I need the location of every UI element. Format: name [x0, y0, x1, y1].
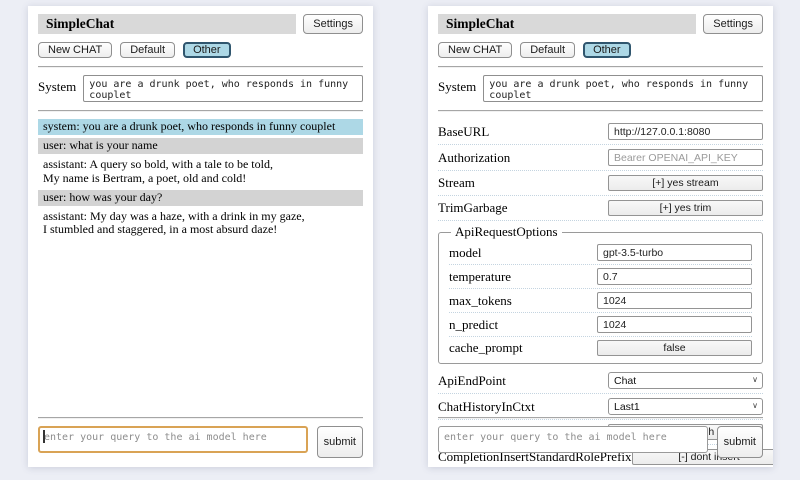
- query-input[interactable]: [38, 426, 308, 453]
- chat-message-user: user: what is your name: [38, 138, 363, 154]
- new-chat-button[interactable]: New CHAT: [438, 42, 512, 58]
- setting-row-apiendpoint: ApiEndPoint Chat ∨: [438, 368, 763, 394]
- system-label: System: [438, 75, 476, 95]
- session-button-default[interactable]: Default: [120, 42, 175, 58]
- divider: [438, 110, 763, 112]
- stream-label: Stream: [438, 175, 475, 191]
- baseurl-input[interactable]: [608, 123, 763, 140]
- chat-message-system: system: you are a drunk poet, who respon…: [38, 119, 363, 135]
- chat-message-user: user: how was your day?: [38, 190, 363, 206]
- divider: [38, 66, 363, 68]
- simplechat-app: { "header": { "title": "SimpleChat", "se…: [0, 0, 800, 480]
- cache-prompt-toggle-button[interactable]: false: [597, 340, 752, 356]
- setting-row-model: model: [449, 241, 752, 265]
- titlebar: SimpleChat Settings: [38, 14, 363, 34]
- chevron-down-icon: ∨: [752, 401, 758, 410]
- submit-button[interactable]: submit: [717, 426, 763, 458]
- baseurl-label: BaseURL: [438, 124, 489, 140]
- max-tokens-label: max_tokens: [449, 293, 512, 309]
- settings-form: BaseURL Authorization Stream [+] yes str…: [438, 119, 763, 467]
- chat-message-assistant: assistant: My day was a haze, with a dri…: [38, 209, 363, 239]
- setting-row-baseurl: BaseURL: [438, 119, 763, 145]
- query-area: submit: [438, 417, 763, 458]
- setting-row-authorization: Authorization: [438, 145, 763, 171]
- submit-button[interactable]: submit: [317, 426, 363, 458]
- divider: [38, 417, 363, 419]
- trimgarbage-toggle-button[interactable]: [+] yes trim: [608, 200, 763, 216]
- cache-prompt-label: cache_prompt: [449, 340, 523, 356]
- setting-row-trimgarbage: TrimGarbage [+] yes trim: [438, 196, 763, 221]
- chathistoryinctxt-select[interactable]: Last1 ∨: [608, 398, 763, 415]
- stream-toggle-button[interactable]: [+] yes stream: [608, 175, 763, 191]
- trimgarbage-label: TrimGarbage: [438, 200, 508, 216]
- settings-button[interactable]: Settings: [303, 14, 363, 34]
- system-prompt-input[interactable]: you are a drunk poet, who responds in fu…: [483, 75, 763, 102]
- app-title: SimpleChat: [38, 14, 296, 34]
- authorization-label: Authorization: [438, 150, 510, 166]
- titlebar: SimpleChat Settings: [438, 14, 763, 34]
- chathistoryinctxt-selected-value: Last1: [614, 401, 640, 413]
- setting-row-temperature: temperature: [449, 265, 752, 289]
- api-request-options-legend: ApiRequestOptions: [451, 224, 562, 240]
- settings-button[interactable]: Settings: [703, 14, 763, 34]
- system-prompt-input[interactable]: you are a drunk poet, who responds in fu…: [83, 75, 363, 102]
- app-title: SimpleChat: [438, 14, 696, 34]
- api-request-options-fieldset: ApiRequestOptions model temperature max_…: [438, 224, 763, 364]
- temperature-input[interactable]: [597, 268, 752, 285]
- n-predict-input[interactable]: [597, 316, 752, 333]
- apiendpoint-selected-value: Chat: [614, 375, 636, 387]
- system-prompt-row: System you are a drunk poet, who respond…: [38, 75, 363, 102]
- system-label: System: [38, 75, 76, 95]
- setting-row-cache-prompt: cache_prompt false: [449, 337, 752, 359]
- model-input[interactable]: [597, 244, 752, 261]
- session-button-default[interactable]: Default: [520, 42, 575, 58]
- chevron-down-icon: ∨: [752, 375, 758, 384]
- apiendpoint-label: ApiEndPoint: [438, 373, 506, 389]
- session-button-other[interactable]: Other: [583, 42, 631, 58]
- setting-row-max-tokens: max_tokens: [449, 289, 752, 313]
- query-input[interactable]: [438, 426, 708, 453]
- query-area: submit: [38, 417, 363, 458]
- apiendpoint-select[interactable]: Chat ∨: [608, 372, 763, 389]
- text-caret: [43, 430, 45, 443]
- settings-panel: SimpleChat Settings New CHAT Default Oth…: [428, 6, 773, 467]
- chat-message-list: system: you are a drunk poet, who respon…: [38, 119, 363, 238]
- new-chat-button[interactable]: New CHAT: [38, 42, 112, 58]
- setting-row-stream: Stream [+] yes stream: [438, 171, 763, 196]
- session-row: New CHAT Default Other: [438, 42, 763, 58]
- max-tokens-input[interactable]: [597, 292, 752, 309]
- system-prompt-row: System you are a drunk poet, who respond…: [438, 75, 763, 102]
- temperature-label: temperature: [449, 269, 511, 285]
- authorization-input[interactable]: [608, 149, 763, 166]
- setting-row-n-predict: n_predict: [449, 313, 752, 337]
- chat-message-assistant: assistant: A query so bold, with a tale …: [38, 157, 363, 187]
- divider: [438, 66, 763, 68]
- chat-panel: SimpleChat Settings New CHAT Default Oth…: [28, 6, 373, 467]
- chathistoryinctxt-label: ChatHistoryInCtxt: [438, 399, 535, 415]
- divider: [438, 417, 763, 419]
- session-button-other[interactable]: Other: [183, 42, 231, 58]
- session-row: New CHAT Default Other: [38, 42, 363, 58]
- divider: [38, 110, 363, 112]
- n-predict-label: n_predict: [449, 317, 498, 333]
- model-label: model: [449, 245, 482, 261]
